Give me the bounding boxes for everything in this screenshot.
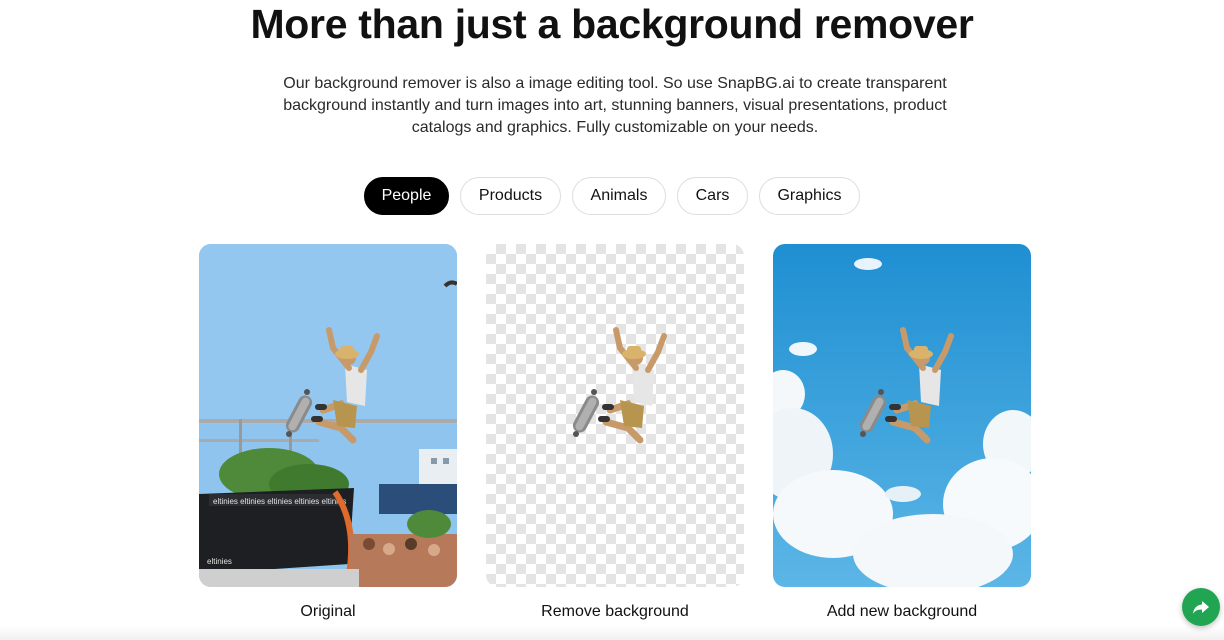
share-button[interactable]: [1182, 588, 1220, 626]
new-background-card: [773, 244, 1031, 587]
tab-people[interactable]: People: [364, 177, 449, 215]
removed-background-card: [486, 244, 744, 587]
page: More than just a background remover Our …: [0, 0, 1224, 640]
share-arrow-icon: [1193, 601, 1209, 614]
caption-remove-background: Remove background: [541, 603, 689, 620]
tab-animals[interactable]: Animals: [572, 177, 666, 215]
tab-products[interactable]: Products: [460, 177, 561, 215]
original-photo: eltinies eltinies eltinies eltinies elti…: [199, 244, 457, 587]
category-tabs: People Products Animals Cars Graphics: [0, 177, 1224, 215]
section-description: Our background remover is also a image e…: [283, 75, 947, 136]
caption-original: Original: [300, 603, 356, 620]
section-title: More than just a background remover: [250, 1, 974, 47]
bottom-fade: [0, 626, 1224, 640]
tab-cars[interactable]: Cars: [677, 177, 748, 215]
transparent-cutout: [486, 244, 744, 587]
ramp-banner-text: eltinies eltinies eltinies eltinies elti…: [213, 497, 346, 506]
ramp-banner-text-bottom: eltinies: [207, 557, 232, 566]
tab-graphics[interactable]: Graphics: [759, 177, 860, 215]
original-image-card: eltinies eltinies eltinies eltinies elti…: [199, 244, 457, 587]
caption-add-new-background: Add new background: [826, 603, 978, 620]
sky-background-photo: [773, 244, 1031, 587]
